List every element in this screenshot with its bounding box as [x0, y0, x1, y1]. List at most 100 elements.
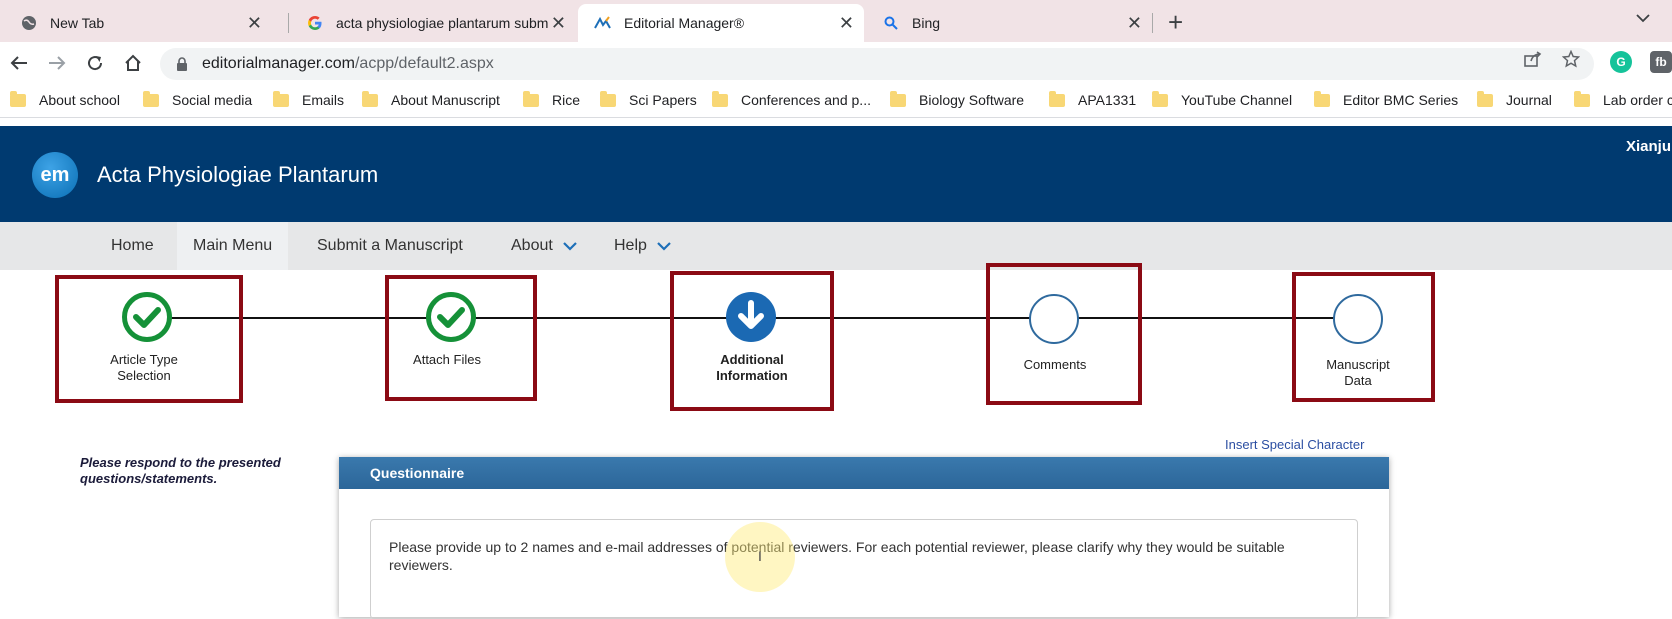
- bookmark-folder[interactable]: Social media: [143, 90, 253, 108]
- close-icon[interactable]: ✕: [247, 13, 262, 33]
- step-label-line: Information: [716, 368, 788, 383]
- bookmark-folder[interactable]: About Manuscript: [362, 90, 500, 108]
- folder-icon: [1049, 90, 1065, 107]
- bookmark-label: About school: [39, 92, 120, 108]
- step-label-line: Manuscript: [1326, 357, 1390, 372]
- new-tab-button[interactable]: +: [1168, 8, 1183, 36]
- forward-arrow-icon[interactable]: [44, 50, 70, 76]
- bookmark-label: YouTube Channel: [1181, 92, 1293, 108]
- bookmark-folder[interactable]: Rice: [523, 90, 581, 108]
- back-arrow-icon[interactable]: [6, 50, 32, 76]
- step-label-attach-files: Attach Files: [387, 352, 507, 368]
- bookmark-folder[interactable]: Sci Papers: [600, 90, 697, 108]
- step-label-line: Selection: [117, 368, 171, 383]
- tab-title: Editorial Manager®: [624, 15, 745, 31]
- folder-icon: [600, 90, 616, 107]
- bookmark-label: Editor BMC Series: [1343, 92, 1459, 108]
- tab-bing[interactable]: Bing ✕: [866, 4, 1152, 42]
- share-icon[interactable]: [1522, 48, 1544, 70]
- folder-icon: [1152, 90, 1168, 107]
- em-logo: em: [32, 152, 78, 198]
- questionnaire-header: Questionnaire: [339, 457, 1389, 489]
- questionnaire-panel: Questionnaire Please provide up to 2 nam…: [339, 457, 1389, 619]
- tab-separator: [1152, 13, 1153, 33]
- close-icon[interactable]: ✕: [839, 13, 854, 33]
- extension-icon[interactable]: fb: [1650, 51, 1672, 73]
- nav-about[interactable]: About: [495, 222, 593, 270]
- browser-toolbar: editorialmanager.com/acpp/default2.aspx …: [0, 42, 1672, 84]
- tab-new-tab[interactable]: New Tab ✕: [4, 4, 272, 42]
- bookmark-label: APA1331: [1078, 92, 1137, 108]
- bookmark-label: Rice: [552, 92, 581, 108]
- bookmark-folder[interactable]: Conferences and p...: [712, 90, 871, 108]
- empty-circle-icon[interactable]: [1333, 294, 1383, 344]
- nav-submit-manuscript[interactable]: Submit a Manuscript: [301, 222, 479, 270]
- folder-icon: [362, 90, 378, 107]
- address-bar[interactable]: editorialmanager.com/acpp/default2.aspx: [160, 48, 1594, 80]
- bookmark-folder[interactable]: APA1331: [1049, 90, 1137, 108]
- step-label-article-type: Article Type Selection: [84, 352, 204, 384]
- folder-icon: [712, 90, 728, 107]
- tab-title: acta physiologiae plantarum subm: [336, 15, 549, 31]
- tab-search-chevron-icon[interactable]: [1636, 10, 1650, 28]
- tab-title: Bing: [912, 15, 941, 31]
- lock-icon: [176, 57, 188, 71]
- close-icon[interactable]: ✕: [551, 13, 566, 33]
- google-icon: [306, 14, 324, 32]
- nav-label: Submit a Manuscript: [317, 237, 463, 254]
- bookmark-folder[interactable]: Biology Software: [890, 90, 1024, 108]
- bookmark-folder[interactable]: Lab order c: [1574, 90, 1672, 108]
- nav-label: Help: [614, 237, 647, 254]
- folder-icon: [143, 90, 159, 107]
- folder-icon: [273, 90, 289, 107]
- folder-icon: [890, 90, 906, 107]
- close-icon[interactable]: ✕: [1127, 13, 1142, 33]
- bookmark-folder[interactable]: Editor BMC Series: [1314, 90, 1459, 108]
- journal-title: Acta Physiologiae Plantarum: [97, 162, 379, 187]
- user-name[interactable]: Xianju: [1626, 138, 1671, 155]
- checkmark-icon[interactable]: [122, 292, 172, 342]
- step-label-line: Comments: [1023, 357, 1087, 372]
- search-icon: [882, 14, 900, 32]
- bookmark-folder[interactable]: Journal: [1477, 90, 1552, 108]
- step-label-manuscript-data: Manuscript Data: [1298, 357, 1418, 389]
- em-icon: [594, 14, 612, 32]
- nav-help[interactable]: Help: [598, 222, 687, 270]
- checkmark-icon[interactable]: [426, 292, 476, 342]
- step-label-comments: Comments: [995, 357, 1115, 373]
- home-icon[interactable]: [120, 50, 146, 76]
- bookmark-label: Journal: [1506, 92, 1552, 108]
- step-label-line: Additional: [720, 352, 784, 367]
- chevron-down-icon: [657, 239, 671, 254]
- nav-label: Home: [111, 237, 154, 254]
- url-path: /acpp/default2.aspx: [354, 55, 494, 72]
- bookmark-folder[interactable]: Emails: [273, 90, 344, 108]
- tab-editorial-manager[interactable]: Editorial Manager® ✕: [578, 4, 864, 42]
- grammarly-icon[interactable]: G: [1610, 51, 1632, 73]
- nav-home[interactable]: Home: [95, 222, 170, 270]
- nav-label: Main Menu: [193, 237, 273, 254]
- bookmark-label: Sci Papers: [629, 92, 697, 108]
- globe-icon: [20, 14, 38, 32]
- main-nav: Home Main Menu Submit a Manuscript About…: [0, 222, 1672, 270]
- nav-label: About: [511, 237, 553, 254]
- empty-circle-icon[interactable]: [1029, 294, 1079, 344]
- step-label-additional-info: Additional Information: [692, 352, 812, 384]
- bookmark-label: Social media: [172, 92, 253, 108]
- bookmarks-bar: About school Social media Emails About M…: [0, 84, 1672, 118]
- browser-tab-bar: New Tab ✕ acta physiologiae plantarum su…: [0, 0, 1672, 42]
- step-label-line: Data: [1344, 373, 1372, 388]
- folder-icon: [1574, 90, 1590, 107]
- nav-main-menu[interactable]: Main Menu: [177, 222, 289, 270]
- star-icon[interactable]: [1560, 48, 1582, 70]
- text-cursor-icon: I: [758, 548, 762, 564]
- tab-separator: [288, 13, 289, 33]
- download-arrow-icon[interactable]: [726, 292, 776, 342]
- bookmark-folder[interactable]: YouTube Channel: [1152, 90, 1293, 108]
- bookmark-label: Lab order c: [1603, 92, 1672, 108]
- bookmark-folder[interactable]: About school: [10, 90, 120, 108]
- insert-special-character-link[interactable]: Insert Special Character: [1225, 437, 1364, 452]
- tab-google-search[interactable]: acta physiologiae plantarum subm ✕: [290, 4, 576, 42]
- step-label-line: Attach Files: [413, 352, 481, 367]
- reload-icon[interactable]: [82, 50, 108, 76]
